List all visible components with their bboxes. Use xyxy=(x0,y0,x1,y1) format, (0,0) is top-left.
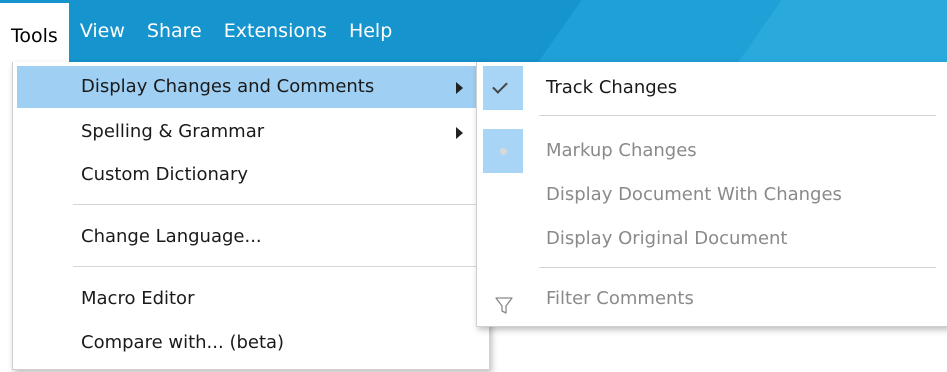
submenu-item-label: Markup Changes xyxy=(546,140,697,161)
menu-item-display-changes-and-comments[interactable]: Display Changes and Comments xyxy=(17,66,485,108)
submenu-item-track-changes[interactable]: Track Changes xyxy=(477,66,947,110)
menu-tools[interactable]: Tools xyxy=(0,3,69,62)
submenu-item-label: Display Original Document xyxy=(546,228,788,249)
menu-separator xyxy=(539,267,936,268)
menu-separator xyxy=(539,115,936,116)
menu-item-label: Display Changes and Comments xyxy=(81,76,375,97)
menu-separator xyxy=(73,204,477,205)
submenu-item-label: Filter Comments xyxy=(546,288,694,309)
menu-item-label: Custom Dictionary xyxy=(81,164,249,185)
menu-item-label: Change Language... xyxy=(81,226,262,247)
submenu-item-label: Display Document With Changes xyxy=(546,184,842,205)
submenu-item-display-original-document[interactable]: Display Original Document xyxy=(477,217,947,261)
menu-item-label: Spelling & Grammar xyxy=(81,121,265,142)
menu-item-change-language[interactable]: Change Language... xyxy=(17,216,485,258)
display-changes-submenu: Track Changes Markup Changes Display Doc… xyxy=(476,62,947,327)
check-icon xyxy=(492,78,508,94)
menu-help[interactable]: Help xyxy=(338,0,403,62)
filter-icon xyxy=(495,289,513,333)
radio-dot-icon xyxy=(500,148,507,155)
menu-item-label: Compare with... (beta) xyxy=(81,332,285,353)
tools-dropdown-menu: Display Changes and Comments Spelling & … xyxy=(12,62,490,370)
submenu-item-display-document-with-changes[interactable]: Display Document With Changes xyxy=(477,173,947,217)
menu-view[interactable]: View xyxy=(69,0,136,62)
menu-item-spelling-grammar[interactable]: Spelling & Grammar xyxy=(17,111,485,153)
submenu-item-markup-changes[interactable]: Markup Changes xyxy=(477,129,947,173)
submenu-item-label: Track Changes xyxy=(546,77,678,98)
menu-item-macro-editor[interactable]: Macro Editor xyxy=(17,278,485,320)
menu-item-compare-with[interactable]: Compare with... (beta) xyxy=(17,322,485,364)
menu-separator xyxy=(73,266,477,267)
menu-item-custom-dictionary[interactable]: Custom Dictionary xyxy=(17,154,485,196)
menu-share[interactable]: Share xyxy=(136,0,213,62)
menu-bar: Tools View Share Extensions Help xyxy=(0,0,947,62)
submenu-arrow-icon xyxy=(456,127,463,139)
submenu-item-filter-comments[interactable]: Filter Comments xyxy=(477,277,947,321)
menu-item-label: Macro Editor xyxy=(81,288,195,309)
submenu-arrow-icon xyxy=(456,82,463,94)
menu-extensions[interactable]: Extensions xyxy=(213,0,338,62)
